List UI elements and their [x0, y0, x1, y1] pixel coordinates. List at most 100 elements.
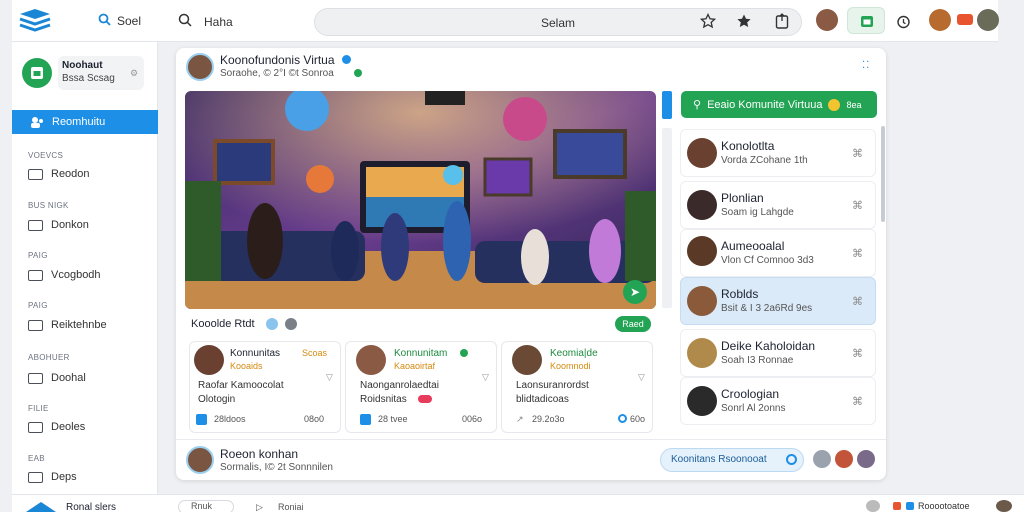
online-icon	[354, 69, 362, 77]
author-avatar[interactable]	[186, 53, 214, 81]
activity-card[interactable]: Keomia|de Koomnodi Laonsuranrordst blidt…	[501, 341, 653, 433]
pin-icon[interactable]: ⌘	[852, 147, 863, 160]
search-link[interactable]: Soel	[98, 13, 141, 29]
settings-icon[interactable]: ⚙	[130, 68, 138, 79]
avatar	[687, 286, 717, 316]
activity-card[interactable]: Konnunitam Kaoaoirtaf Naonganrolaedtai R…	[345, 341, 497, 433]
join-community-button[interactable]: ⚲ Eeaio Komunite Virtuua 8ea	[681, 91, 877, 118]
favorites-icon[interactable]	[734, 11, 754, 31]
scroll-indicator[interactable]	[662, 91, 672, 119]
sidebar-section-title: BUS NIGK	[28, 201, 69, 210]
member-item[interactable]: Deike Kaholoidan Soah I3 Ronnae ⌘	[680, 329, 876, 377]
like-icon[interactable]: ↗	[516, 414, 524, 425]
community-button[interactable]: Koonitans Rsoonooat	[660, 448, 804, 472]
room-label: Kooolde Rtdt	[191, 318, 255, 330]
avatar	[356, 345, 386, 375]
help-icon[interactable]	[285, 318, 297, 330]
activity-card[interactable]: Konnunitas Scoas Kooaids Raofar Kamoocol…	[189, 341, 341, 433]
bottom-right-label: Rooootoatoe	[918, 501, 970, 511]
avatar	[687, 338, 717, 368]
clock-icon	[786, 454, 797, 465]
avatar[interactable]	[857, 450, 875, 468]
join-button[interactable]: Raed	[615, 316, 651, 332]
avatar	[687, 190, 717, 220]
notification-badge[interactable]	[957, 14, 973, 25]
pin-icon[interactable]: ⌘	[852, 295, 863, 308]
sidebar-item[interactable]: Deps	[28, 471, 77, 483]
author-avatar[interactable]	[186, 446, 214, 474]
logo-icon	[26, 500, 56, 512]
chat-icon	[906, 502, 914, 510]
avatar	[512, 345, 542, 375]
sidebar-section-title: ABOHUER	[28, 353, 70, 362]
users-icon	[31, 117, 43, 128]
footer-meta: Sormalis, I© 2t Sonnnilen	[220, 462, 333, 473]
avatar[interactable]	[813, 450, 831, 468]
search-icon	[178, 13, 192, 30]
avatar[interactable]	[996, 500, 1012, 512]
more-icon[interactable]: ⁚⁚	[862, 60, 870, 71]
checkbox-icon	[28, 219, 43, 231]
bottom-tab[interactable]: Rnuk	[178, 500, 234, 512]
search-icon	[98, 13, 111, 29]
calendar-icon	[31, 67, 43, 79]
verified-icon	[342, 55, 351, 64]
sidebar-section-title: PAIG	[28, 301, 48, 310]
reaction-icon	[418, 395, 432, 403]
edit-icon	[360, 414, 371, 425]
chevron-down-icon[interactable]: ▽	[482, 372, 489, 383]
app-logo-icon[interactable]	[18, 8, 52, 32]
avatar[interactable]	[977, 9, 999, 31]
mail-icon	[28, 168, 43, 180]
send-icon[interactable]: ➤	[623, 280, 647, 304]
member-item[interactable]: Croologian Sonrl Al 2onns ⌘	[680, 377, 876, 425]
calendar-button[interactable]	[847, 7, 885, 34]
chevron-down-icon[interactable]: ▽	[326, 372, 333, 383]
sidebar-item-active[interactable]: Reomhuitu	[12, 110, 158, 134]
clock-icon[interactable]	[893, 11, 913, 31]
sidebar-section-title: EAB	[28, 454, 45, 463]
pin-icon[interactable]: ⌘	[852, 347, 863, 360]
post-author[interactable]: Koonofundonis Virtua	[220, 53, 335, 67]
profile-card[interactable]: Noohaut Bssa Scsag ⚙	[22, 56, 146, 90]
bottom-tab[interactable]: Roniai	[278, 502, 304, 512]
member-item[interactable]: Plonlian Soam ig Lahgde ⌘	[680, 181, 876, 229]
online-icon	[460, 349, 468, 357]
scrollbar[interactable]	[881, 126, 885, 222]
footer-author[interactable]: Roeon konhan	[220, 447, 298, 461]
sidebar-item[interactable]: Donkon	[28, 219, 89, 231]
pin-icon[interactable]: ⌘	[852, 247, 863, 260]
profile-name: Noohaut	[62, 60, 103, 71]
profile-avatar	[22, 58, 52, 88]
member-item[interactable]: Aumeooalal Vlon Cf Comnoo 3d3 ⌘	[680, 229, 876, 277]
share-icon[interactable]	[772, 11, 792, 31]
avatar[interactable]	[866, 500, 880, 512]
member-item[interactable]: Konolotlta Vorda ZCohane 1th ⌘	[680, 129, 876, 177]
sidebar-item[interactable]: Doohal	[28, 372, 86, 384]
home-link[interactable]: Haha	[178, 13, 233, 30]
avatar	[687, 138, 717, 168]
sidebar-section-title: VOEVCS	[28, 151, 64, 160]
sidebar-item[interactable]: Reiktehnbe	[28, 319, 107, 331]
mail-icon	[28, 372, 43, 384]
avatar[interactable]	[929, 9, 951, 31]
mail-icon	[28, 471, 43, 483]
avatar[interactable]	[835, 450, 853, 468]
pin-icon[interactable]: ⌘	[852, 199, 863, 212]
info-icon	[266, 318, 278, 330]
bottom-label: Ronal slers	[66, 502, 117, 512]
star-icon[interactable]	[698, 11, 718, 31]
sidebar-item[interactable]: Reodon	[28, 168, 90, 180]
search-input[interactable]: Selam	[314, 8, 802, 36]
sidebar-item[interactable]: Vcogbodh	[28, 269, 101, 281]
sidebar-item[interactable]: Deoles	[28, 421, 85, 433]
profile-subtitle: Bssa Scsag	[62, 73, 115, 84]
avatar	[687, 386, 717, 416]
pin-icon[interactable]: ⌘	[852, 395, 863, 408]
avatar[interactable]	[816, 9, 838, 31]
chevron-down-icon[interactable]: ▽	[638, 372, 645, 383]
search-icon: ⚲	[693, 99, 702, 111]
edit-icon	[196, 414, 207, 425]
member-item-selected[interactable]: Roblds Bsit & I 3 2a6Rd 9es ⌘	[680, 277, 876, 325]
post-image[interactable]	[185, 91, 656, 309]
